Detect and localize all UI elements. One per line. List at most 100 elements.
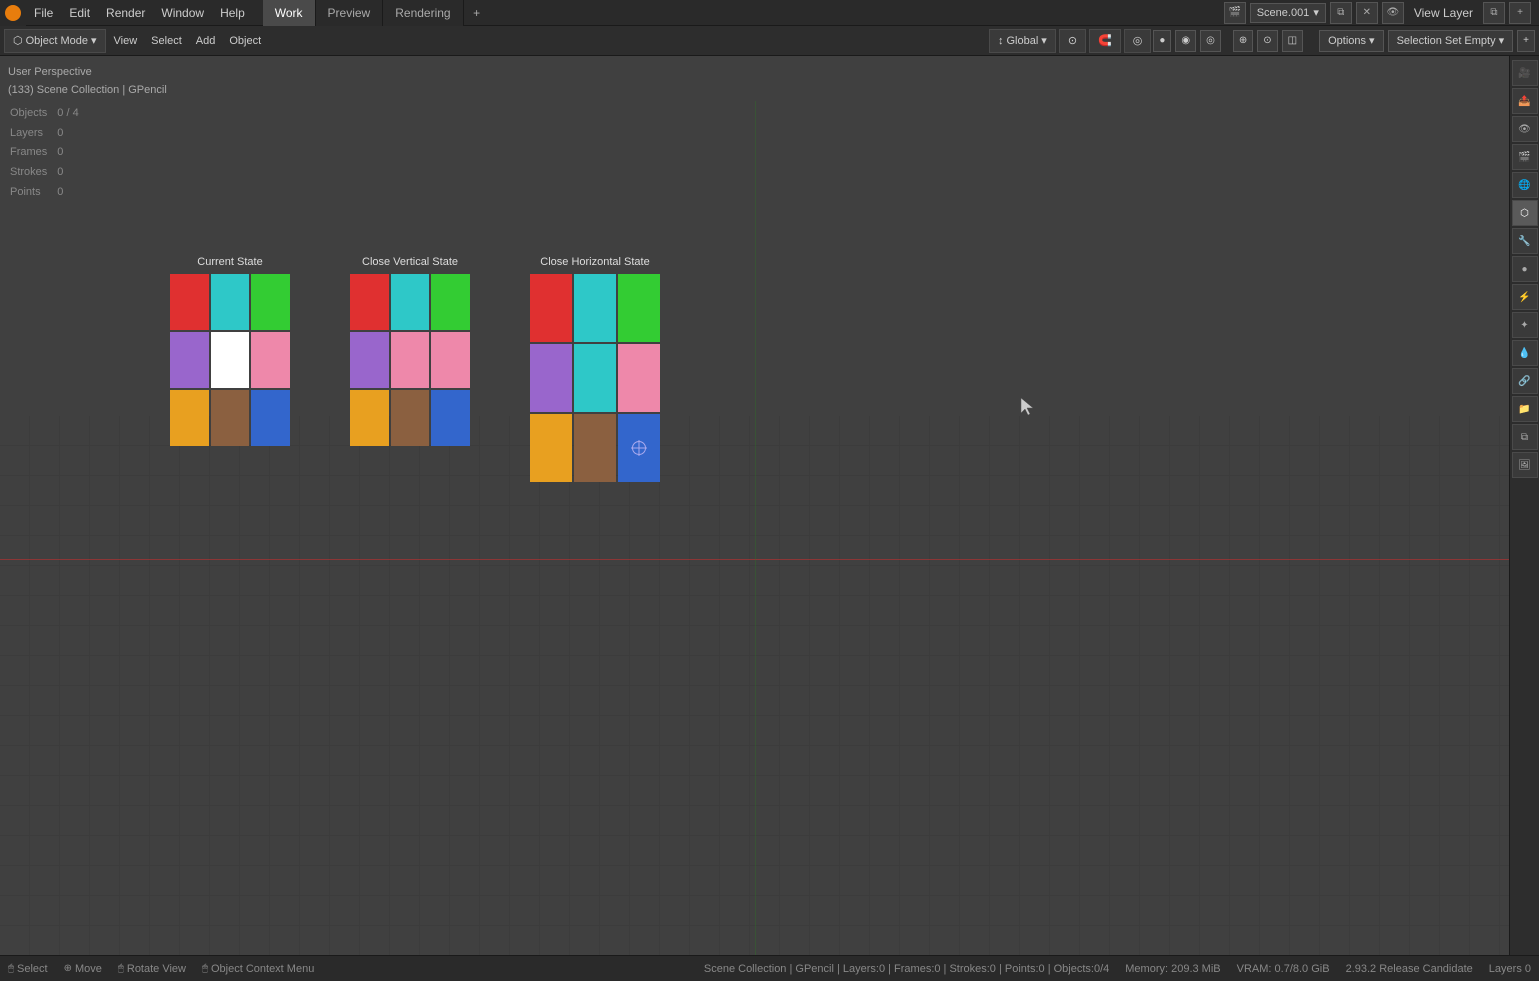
sidebar-tab-collections[interactable]: 📁 xyxy=(1512,396,1538,422)
object-mode-btn[interactable]: ⬡ Object Mode ▾ xyxy=(4,29,106,53)
cell-2-0 xyxy=(170,390,209,446)
scene-selector[interactable]: Scene.001 ▾ xyxy=(1250,3,1326,23)
workspace-tab-rendering[interactable]: Rendering xyxy=(383,0,463,26)
viewport-shading-solid[interactable]: ● xyxy=(1153,30,1171,52)
proportional-btn[interactable]: ◎ xyxy=(1124,29,1152,53)
selection-set-label: Selection Set Empty xyxy=(1397,35,1496,47)
show-gizmo-btn[interactable]: ⊕ xyxy=(1233,30,1253,52)
menu-edit[interactable]: Edit xyxy=(61,0,98,26)
viewport-header-bar: ⬡ Object Mode ▾ View Select Add Object ↕… xyxy=(0,26,1539,56)
y-axis-line xyxy=(755,101,756,955)
context-menu-icon: 🖱 xyxy=(202,963,208,974)
sidebar-tab-physics[interactable]: 💧 xyxy=(1512,340,1538,366)
show-overlays-btn[interactable]: ⊙ xyxy=(1257,30,1277,52)
stat-strokes-value: 0 xyxy=(57,164,78,182)
collection-label: (133) Scene Collection | GPencil xyxy=(8,82,167,100)
transform-orientation-btn[interactable]: ↕ Global ▾ xyxy=(989,29,1056,53)
object-mode-chevron: ▾ xyxy=(91,34,97,47)
scene-close-icon[interactable]: ✕ xyxy=(1356,2,1378,24)
viewport-info: User Perspective (133) Scene Collection … xyxy=(8,64,167,203)
status-memory: Memory: 209.3 MiB xyxy=(1125,963,1220,975)
add-set-btn[interactable]: + xyxy=(1517,30,1535,52)
stat-layers-value: 0 xyxy=(57,125,78,143)
sidebar-tab-scene[interactable]: 🎬 xyxy=(1512,144,1538,170)
options-btn[interactable]: Options ▾ xyxy=(1319,30,1383,52)
object-current-state-label: Current State xyxy=(197,256,262,268)
sidebar-tab-render[interactable]: 🎥 xyxy=(1512,60,1538,86)
view-layer-label: View Layer xyxy=(1408,6,1479,20)
status-vram-text: VRAM: 0.7/8.0 GiB xyxy=(1237,963,1330,975)
cell-2-2 xyxy=(251,390,290,446)
object-mode-label: Object Mode xyxy=(26,35,88,47)
select-btn[interactable]: Select xyxy=(145,30,188,52)
status-select-label: Select xyxy=(17,963,48,975)
object-btn[interactable]: Object xyxy=(223,30,267,52)
blender-logo[interactable] xyxy=(0,0,26,26)
object-close-horizontal-label: Close Horizontal State xyxy=(540,256,649,268)
view-layer-copy-icon[interactable]: ⧉ xyxy=(1483,2,1505,24)
sidebar-tab-output[interactable]: 📤 xyxy=(1512,88,1538,114)
ch-cell-1-1 xyxy=(574,344,616,412)
stat-row-frames: Frames 0 xyxy=(10,144,79,162)
stat-strokes-label: Strokes xyxy=(10,164,55,182)
view-layer-add-icon[interactable]: + xyxy=(1509,2,1531,24)
workspace-tab-preview[interactable]: Preview xyxy=(316,0,384,26)
scene-icon[interactable]: 🎬 xyxy=(1224,2,1246,24)
status-rotate-label: Rotate View xyxy=(127,963,186,975)
scene-copy-icon[interactable]: ⧉ xyxy=(1330,2,1352,24)
view-btn[interactable]: View xyxy=(108,30,144,52)
options-label: Options xyxy=(1328,35,1366,47)
sidebar-tab-data[interactable]: ⚡ xyxy=(1512,284,1538,310)
orientation-label: Global xyxy=(1007,35,1039,47)
workspace-tab-work[interactable]: Work xyxy=(263,0,316,26)
cv-cell-2-1 xyxy=(391,390,430,446)
ch-cell-0-2 xyxy=(618,274,660,342)
sidebar-tab-view[interactable]: 👁 xyxy=(1512,116,1538,142)
sidebar-tab-modifier[interactable]: 🔧 xyxy=(1512,228,1538,254)
sidebar-tab-shading[interactable]: ● xyxy=(1512,256,1538,282)
viewport-shading-render[interactable]: ◎ xyxy=(1200,30,1221,52)
sidebar-tab-viewlayer[interactable]: 🖼 xyxy=(1512,452,1538,478)
add-btn[interactable]: Add xyxy=(190,30,222,52)
stat-row-objects: Objects 0 / 4 xyxy=(10,105,79,123)
object-close-vertical: Close Vertical State xyxy=(350,256,470,482)
sidebar-tab-constraints[interactable]: 🔗 xyxy=(1512,368,1538,394)
show-xray-btn[interactable]: ◫ xyxy=(1282,30,1303,52)
pivot-btn[interactable]: ⊙ xyxy=(1059,29,1086,53)
viewport[interactable]: User Perspective (133) Scene Collection … xyxy=(0,56,1509,955)
stat-row-points: Points 0 xyxy=(10,184,79,202)
object-current-state-grid xyxy=(170,274,290,446)
scene-name: Scene.001 xyxy=(1257,7,1310,19)
sidebar-tab-particles[interactable]: ✦ xyxy=(1512,312,1538,338)
sidebar-tab-layers[interactable]: ⧉ xyxy=(1512,424,1538,450)
blender-dot-icon xyxy=(5,5,21,21)
status-scene-info-text: Scene Collection | GPencil | Layers:0 | … xyxy=(704,963,1109,975)
status-context-menu: 🖱 Object Context Menu xyxy=(202,963,314,975)
header-right-options: ● ◉ ◎ ⊕ ⊙ ◫ Options ▾ Selection Set Empt… xyxy=(1153,30,1535,52)
orientation-icon: ↕ xyxy=(998,35,1004,47)
menu-help[interactable]: Help xyxy=(212,0,253,26)
selection-set-btn[interactable]: Selection Set Empty ▾ xyxy=(1388,30,1514,52)
menu-file[interactable]: File xyxy=(26,0,61,26)
workspace-tab-add-button[interactable]: + xyxy=(464,0,490,26)
cv-cell-1-1 xyxy=(391,332,430,388)
cell-0-1 xyxy=(211,274,250,330)
sidebar-tab-object[interactable]: ⬡ xyxy=(1512,200,1538,226)
cv-cell-2-0 xyxy=(350,390,389,446)
status-bar: 🖱 Select ⊕ Move 🖱 Rotate View 🖱 Object C… xyxy=(0,955,1539,981)
snap-btn[interactable]: 🧲 xyxy=(1089,29,1121,53)
scene-dropdown-icon: ▾ xyxy=(1313,6,1319,19)
sidebar-tab-world[interactable]: 🌐 xyxy=(1512,172,1538,198)
viewport-shading-material[interactable]: ◉ xyxy=(1175,30,1196,52)
stat-frames-value: 0 xyxy=(57,144,78,162)
menu-render[interactable]: Render xyxy=(98,0,153,26)
cv-cell-0-2 xyxy=(431,274,470,330)
perspective-label: User Perspective xyxy=(8,64,167,82)
move-mouse-icon: ⊕ xyxy=(64,963,72,974)
view-layer-icon[interactable]: 👁 xyxy=(1382,2,1404,24)
objects-area: Current State Close Vertical State xyxy=(170,256,660,482)
menu-window[interactable]: Window xyxy=(153,0,212,26)
stat-row-layers: Layers 0 xyxy=(10,125,79,143)
status-move-label: Move xyxy=(75,963,102,975)
status-version: 2.93.2 Release Candidate xyxy=(1346,963,1473,975)
